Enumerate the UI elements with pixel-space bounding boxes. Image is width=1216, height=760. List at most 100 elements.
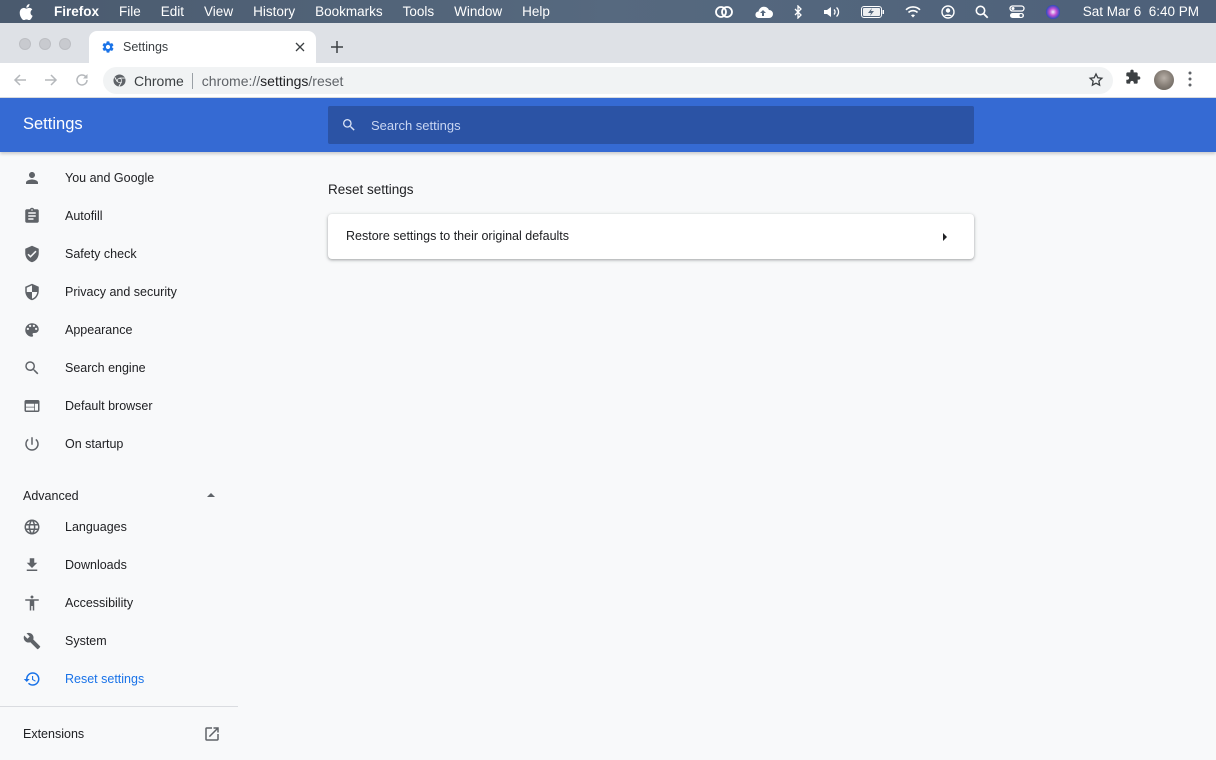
sidebar-item-search-engine[interactable]: Search engine bbox=[0, 349, 238, 387]
palette-icon bbox=[22, 320, 42, 340]
avatar bbox=[1154, 70, 1174, 90]
menu-bookmarks[interactable]: Bookmarks bbox=[315, 4, 383, 19]
sidebar-item-label: Downloads bbox=[65, 558, 127, 572]
sidebar-item-label: Languages bbox=[65, 520, 127, 534]
advanced-label: Advanced bbox=[23, 489, 79, 503]
siri-icon[interactable] bbox=[1045, 4, 1061, 20]
sidebar-item-label: Accessibility bbox=[65, 596, 134, 610]
creative-cloud-icon[interactable] bbox=[714, 5, 733, 19]
search-icon bbox=[22, 358, 42, 378]
menu-history[interactable]: History bbox=[253, 4, 295, 19]
url-text[interactable]: chrome://settings/reset bbox=[202, 73, 344, 89]
settings-gear-icon bbox=[101, 40, 115, 54]
browser-toolbar: Chrome chrome://settings/reset bbox=[0, 63, 1216, 98]
forward-button[interactable] bbox=[42, 71, 60, 89]
macos-menu-bar: Firefox File Edit View History Bookmarks… bbox=[0, 0, 1216, 23]
zoom-window-button[interactable] bbox=[59, 38, 71, 50]
collapse-caret-icon bbox=[207, 493, 215, 497]
restore-defaults-row[interactable]: Restore settings to their original defau… bbox=[328, 214, 974, 259]
menu-window[interactable]: Window bbox=[454, 4, 502, 19]
close-window-button[interactable] bbox=[19, 38, 31, 50]
sidebar-item-you-and-google[interactable]: You and Google bbox=[0, 159, 238, 197]
bookmark-star-icon[interactable] bbox=[1088, 72, 1104, 88]
sidebar-item-privacy-and-security[interactable]: Privacy and security bbox=[0, 273, 238, 311]
back-button[interactable] bbox=[11, 71, 29, 89]
omnibox-separator bbox=[191, 72, 193, 89]
tab-strip: Settings bbox=[0, 23, 1216, 63]
restore-defaults-label: Restore settings to their original defau… bbox=[346, 229, 570, 243]
new-tab-button[interactable] bbox=[327, 37, 347, 57]
sidebar-item-accessibility[interactable]: Accessibility bbox=[0, 584, 238, 622]
section-title: Reset settings bbox=[328, 182, 414, 197]
spotlight-search-icon[interactable] bbox=[975, 5, 989, 19]
clipboard-icon bbox=[22, 206, 42, 226]
search-settings-field[interactable] bbox=[328, 106, 974, 144]
cloud-upload-icon[interactable] bbox=[753, 5, 773, 19]
wrench-icon bbox=[22, 631, 42, 651]
sidebar-item-appearance[interactable]: Appearance bbox=[0, 311, 238, 349]
shield-half-icon bbox=[22, 282, 42, 302]
open-in-new-icon bbox=[203, 725, 221, 743]
user-account-icon[interactable] bbox=[940, 4, 955, 19]
search-icon bbox=[341, 117, 357, 133]
search-input[interactable] bbox=[371, 117, 931, 133]
control-center-icon[interactable] bbox=[1009, 4, 1025, 19]
globe-icon bbox=[22, 517, 42, 537]
sidebar-item-label: Safety check bbox=[65, 247, 137, 261]
menu-edit[interactable]: Edit bbox=[161, 4, 184, 19]
shield-check-icon bbox=[22, 244, 42, 264]
sidebar-item-autofill[interactable]: Autofill bbox=[0, 197, 238, 235]
sidebar-item-label: You and Google bbox=[65, 171, 155, 185]
download-icon bbox=[22, 555, 42, 575]
accessibility-icon bbox=[22, 593, 42, 613]
sidebar-item-label: Appearance bbox=[65, 323, 133, 337]
address-bar[interactable]: Chrome chrome://settings/reset bbox=[103, 67, 1113, 94]
sidebar-item-default-browser[interactable]: Default browser bbox=[0, 387, 238, 425]
sidebar-item-on-startup[interactable]: On startup bbox=[0, 425, 238, 463]
restore-history-icon bbox=[22, 669, 42, 689]
sidebar-item-extensions[interactable]: Extensions bbox=[0, 715, 238, 753]
chrome-site-icon bbox=[113, 74, 126, 87]
chrome-menu-button[interactable] bbox=[1188, 71, 1192, 87]
battery-charging-icon[interactable] bbox=[860, 5, 885, 18]
settings-sidebar: You and Google Autofill Safety check Pri… bbox=[0, 152, 238, 760]
menu-file[interactable]: File bbox=[119, 4, 141, 19]
menu-clock[interactable]: Sat Mar 6 6:40 PM bbox=[1083, 4, 1199, 19]
apple-menu-icon[interactable] bbox=[19, 3, 39, 20]
extensions-puzzle-icon[interactable] bbox=[1125, 69, 1141, 85]
sidebar-item-label: System bbox=[65, 634, 107, 648]
sidebar-divider bbox=[0, 706, 238, 707]
wifi-icon[interactable] bbox=[905, 5, 921, 18]
settings-header: Settings bbox=[0, 98, 1216, 152]
bluetooth-icon[interactable] bbox=[793, 4, 803, 19]
person-icon bbox=[22, 168, 42, 188]
sidebar-item-safety-check[interactable]: Safety check bbox=[0, 235, 238, 273]
extensions-label: Extensions bbox=[23, 727, 85, 741]
tab-settings[interactable]: Settings bbox=[89, 31, 316, 63]
menu-view[interactable]: View bbox=[204, 4, 233, 19]
sidebar-item-label: Privacy and security bbox=[65, 285, 177, 299]
sidebar-item-label: On startup bbox=[65, 437, 124, 451]
minimize-window-button[interactable] bbox=[39, 38, 51, 50]
site-chip: Chrome bbox=[134, 72, 184, 89]
sidebar-item-reset-settings[interactable]: Reset settings bbox=[0, 660, 238, 698]
volume-icon[interactable] bbox=[823, 5, 841, 19]
sidebar-item-languages[interactable]: Languages bbox=[0, 508, 238, 546]
tab-title: Settings bbox=[123, 40, 169, 54]
close-tab-icon[interactable] bbox=[292, 39, 308, 55]
sidebar-item-label: Search engine bbox=[65, 361, 146, 375]
sidebar-item-label: Autofill bbox=[65, 209, 103, 223]
window-controls bbox=[19, 38, 79, 50]
arrow-right-icon bbox=[943, 233, 947, 241]
profile-avatar[interactable] bbox=[1154, 70, 1174, 90]
menu-app-name[interactable]: Firefox bbox=[54, 4, 99, 19]
browser-window-icon bbox=[22, 396, 42, 416]
menu-tools[interactable]: Tools bbox=[403, 4, 435, 19]
sidebar-item-system[interactable]: System bbox=[0, 622, 238, 660]
sidebar-item-downloads[interactable]: Downloads bbox=[0, 546, 238, 584]
sidebar-item-label: Default browser bbox=[65, 399, 153, 413]
sidebar-item-label: Reset settings bbox=[65, 672, 145, 686]
reload-button[interactable] bbox=[73, 71, 91, 89]
menu-help[interactable]: Help bbox=[522, 4, 550, 19]
power-icon bbox=[22, 434, 42, 454]
